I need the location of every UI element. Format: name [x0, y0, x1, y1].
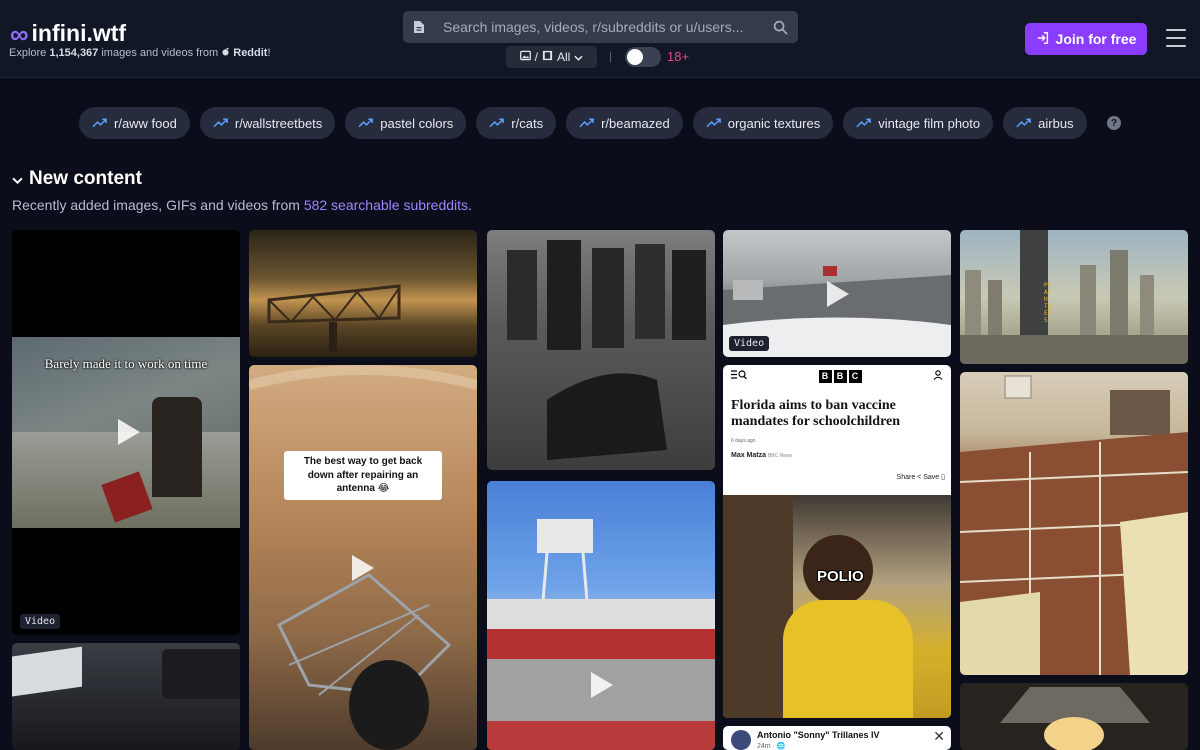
video-badge: Video [20, 614, 61, 629]
media-tile-facebook-post[interactable]: Antonio "Sonny" Trillanes IV 24m · 🌐 ✕ [723, 726, 951, 750]
media-tile-race[interactable] [12, 643, 240, 750]
search-icon[interactable] [762, 20, 798, 35]
image-icon [519, 50, 531, 64]
people-illustration [507, 240, 706, 460]
trending-pill[interactable]: r/beamazed [566, 107, 683, 139]
post-author: Antonio "Sonny" Trillanes IV [757, 730, 880, 740]
section-title[interactable]: New content [12, 168, 142, 190]
stadium-illustration [487, 519, 715, 750]
video-caption: Barely made it to work on time [44, 356, 208, 371]
article-headline: Florida aims to ban vaccine mandates for… [731, 398, 901, 430]
avatar [731, 730, 751, 750]
article-author: Max Matza BBC News [731, 452, 793, 459]
media-tile-dashcam-video[interactable]: Video [723, 230, 951, 357]
kitchen-illustration [960, 375, 1188, 675]
nsfw-label: 18+ [667, 49, 690, 64]
media-tile-work-video[interactable]: Barely made it to work on time Video [12, 230, 240, 635]
bookmark-icon: ▯ [941, 474, 945, 481]
trending-up-icon [579, 116, 594, 131]
share-save-row: Share < Save ▯ [896, 474, 945, 481]
trending-pill[interactable]: vintage film photo [843, 107, 994, 139]
meme-caption: POLIO [817, 568, 864, 585]
media-count: 1,154,367 [49, 47, 99, 59]
video-caption: The best way to get back down after repa… [284, 451, 442, 500]
trending-up-icon [358, 116, 374, 131]
media-tile-bbc-news[interactable]: BBC Florida aims to ban vaccine mandates… [723, 365, 951, 718]
media-tile-bridge[interactable] [249, 230, 477, 357]
play-icon [118, 419, 140, 445]
reddit-label: Reddit [233, 47, 268, 59]
play-icon [827, 281, 849, 307]
media-tile-kitchen[interactable] [960, 372, 1188, 675]
top-bar: ∞ infini.wtf Explore 1,154,367 images an… [0, 0, 1200, 78]
bridge-illustration [267, 284, 401, 352]
divider: | [609, 49, 613, 63]
search-bar[interactable]: Search images, videos, r/subreddits or u… [403, 11, 798, 43]
trending-up-icon [1016, 116, 1031, 131]
logo-text: infini.wtf [31, 20, 127, 46]
meme-image [723, 495, 951, 718]
city-illustration [960, 230, 1188, 364]
trending-pill[interactable]: pastel colors [345, 107, 467, 139]
hamburger-menu-icon[interactable] [1166, 29, 1186, 47]
nsfw-toggle[interactable] [625, 47, 661, 67]
lamp-illustration [1000, 687, 1150, 750]
trending-up-icon [489, 116, 505, 131]
media-tile-stadium-video[interactable] [487, 481, 715, 750]
reddit-icon [221, 47, 233, 59]
trending-pill[interactable]: r/aww food [79, 107, 190, 139]
trending-pill[interactable]: organic textures [692, 107, 834, 139]
file-icon [413, 20, 443, 34]
media-tile-vintage-photo[interactable] [487, 230, 715, 470]
play-icon [352, 555, 374, 581]
section-subtitle: Recently added images, GIFs and videos f… [12, 197, 472, 213]
trending-searches: r/aww food r/wallstreetbets pastel color… [79, 107, 1087, 139]
filter-value: All [557, 50, 571, 64]
toggle-knob [627, 49, 643, 65]
login-icon [1036, 31, 1050, 48]
article-date: 6 days ago [731, 438, 756, 444]
media-tile-pixel-city[interactable]: PEACH TREES [960, 230, 1188, 364]
chevron-down-icon [574, 50, 583, 64]
share-icon: < [917, 474, 922, 481]
media-tile-antenna-video[interactable]: The best way to get back down after repa… [249, 365, 477, 750]
trending-pill[interactable]: r/wallstreetbets [199, 107, 336, 139]
chevron-down-icon [12, 168, 23, 190]
trending-up-icon [92, 116, 107, 131]
play-icon [591, 672, 613, 698]
media-tile-lamp[interactable] [960, 683, 1188, 750]
media-type-filter[interactable]: / All [506, 46, 597, 68]
trending-pill[interactable]: airbus [1003, 107, 1087, 139]
trending-up-icon [213, 116, 228, 131]
trending-up-icon [706, 116, 721, 131]
close-icon: ✕ [933, 728, 945, 744]
infinity-icon: ∞ [10, 18, 29, 49]
bbc-logo: BBC [818, 369, 862, 383]
video-badge: Video [729, 336, 770, 351]
film-icon [542, 50, 553, 64]
trending-up-icon [856, 116, 872, 131]
subreddits-link[interactable]: 582 searchable subreddits [304, 197, 468, 213]
help-icon[interactable]: ? [1107, 116, 1121, 130]
tagline: Explore 1,154,367 images and videos from… [9, 47, 271, 59]
menu-search-icon [731, 370, 747, 382]
user-icon [933, 369, 943, 383]
join-button[interactable]: Join for free [1025, 23, 1147, 55]
search-input[interactable]: Search images, videos, r/subreddits or u… [443, 19, 762, 35]
tower-sign: PEACH TREES [1044, 282, 1052, 324]
trending-pill[interactable]: r/cats [476, 107, 557, 139]
post-time: 24m · 🌐 [757, 743, 786, 750]
bbc-nav-bar: BBC [723, 365, 951, 387]
logo[interactable]: ∞ infini.wtf [10, 20, 126, 47]
